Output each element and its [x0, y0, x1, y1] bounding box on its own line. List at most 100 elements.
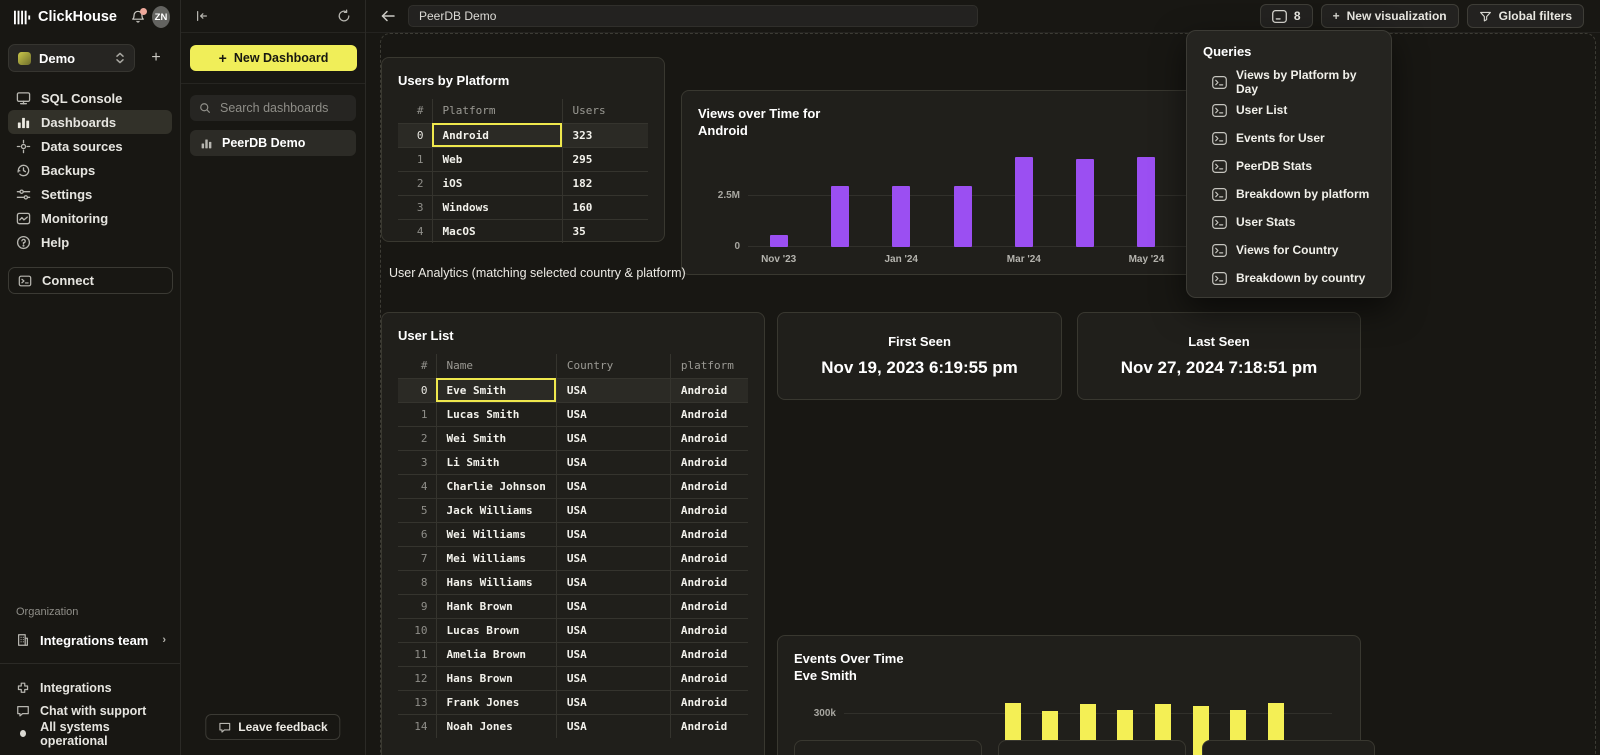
notifications-bell-icon[interactable]	[131, 10, 145, 24]
table-cell[interactable]: Android	[670, 522, 748, 546]
table-cell[interactable]: USA	[556, 666, 670, 690]
table-cell[interactable]: USA	[556, 714, 670, 738]
table-cell[interactable]: Noah Jones	[436, 714, 556, 738]
table-cell[interactable]: Hans Williams	[436, 570, 556, 594]
table-cell[interactable]: Li Smith	[436, 450, 556, 474]
table-cell[interactable]: USA	[556, 402, 670, 426]
query-menu-item[interactable]: User Stats	[1201, 208, 1377, 236]
table-cell[interactable]: iOS	[432, 171, 562, 195]
user-avatar[interactable]: ZN	[152, 6, 170, 28]
table-cell[interactable]: Android	[670, 714, 748, 738]
table-row[interactable]: 10Lucas BrownUSAAndroid	[398, 618, 748, 642]
query-menu-item[interactable]: Views by Platform by Day	[1201, 68, 1377, 96]
table-cell[interactable]: Android	[670, 666, 748, 690]
table-cell[interactable]: Windows	[432, 195, 562, 219]
clickhouse-logo-icon[interactable]	[14, 10, 31, 25]
table-cell[interactable]: USA	[556, 378, 670, 402]
table-cell[interactable]: Android	[670, 378, 748, 402]
table-cell[interactable]: Jack Williams	[436, 498, 556, 522]
table-cell[interactable]: Android	[432, 123, 562, 147]
table-cell[interactable]: USA	[556, 690, 670, 714]
table-cell[interactable]: Android	[670, 402, 748, 426]
table-cell[interactable]: Android	[670, 618, 748, 642]
table-cell[interactable]: Eve Smith	[436, 378, 556, 402]
sidebar-item-data-sources[interactable]: Data sources	[8, 134, 172, 158]
organization-team-selector[interactable]: Integrations team ›	[0, 627, 180, 653]
table-cell[interactable]: Android	[670, 690, 748, 714]
table-row[interactable]: 5Jack WilliamsUSAAndroid	[398, 498, 748, 522]
system-status[interactable]: All systems operational	[0, 722, 180, 745]
table-row[interactable]: 9Hank BrownUSAAndroid	[398, 594, 748, 618]
sidebar-item-sql-console[interactable]: SQL Console	[8, 86, 172, 110]
sidebar-item-help[interactable]: Help	[8, 230, 172, 254]
connect-button[interactable]: Connect	[8, 267, 173, 294]
table-row[interactable]: 8Hans WilliamsUSAAndroid	[398, 570, 748, 594]
table-row[interactable]: 13Frank JonesUSAAndroid	[398, 690, 748, 714]
table-cell[interactable]: Charlie Johnson	[436, 474, 556, 498]
table-row[interactable]: 4Charlie JohnsonUSAAndroid	[398, 474, 748, 498]
table-row[interactable]: 2Wei SmithUSAAndroid	[398, 426, 748, 450]
dashboard-title-input[interactable]	[408, 5, 978, 27]
table-row[interactable]: 6Wei WilliamsUSAAndroid	[398, 522, 748, 546]
table-cell[interactable]: USA	[556, 474, 670, 498]
table-cell[interactable]: Mei Williams	[436, 546, 556, 570]
table-row[interactable]: 3Li SmithUSAAndroid	[398, 450, 748, 474]
dashboard-list-item[interactable]: PeerDB Demo	[190, 130, 356, 156]
queries-toggle-button[interactable]: 8	[1260, 4, 1313, 28]
table-cell[interactable]: USA	[556, 498, 670, 522]
query-menu-item[interactable]: Breakdown by platform	[1201, 180, 1377, 208]
global-filters-button[interactable]: Global filters	[1467, 4, 1584, 28]
add-service-button[interactable]: +	[144, 46, 168, 70]
table-cell[interactable]: Android	[670, 426, 748, 450]
table-row[interactable]: 1Lucas SmithUSAAndroid	[398, 402, 748, 426]
table-cell[interactable]: 295	[562, 147, 648, 171]
query-menu-item[interactable]: PeerDB Stats	[1201, 152, 1377, 180]
table-cell[interactable]: USA	[556, 618, 670, 642]
table-cell[interactable]: Android	[670, 498, 748, 522]
table-row[interactable]: 0Android323	[398, 123, 648, 147]
search-dashboards-input[interactable]	[218, 100, 347, 116]
table-row[interactable]: 12Hans BrownUSAAndroid	[398, 666, 748, 690]
table-cell[interactable]: Amelia Brown	[436, 642, 556, 666]
sidebar-item-dashboards[interactable]: Dashboards	[8, 110, 172, 134]
table-cell[interactable]: Wei Smith	[436, 426, 556, 450]
query-menu-item[interactable]: Views for Country	[1201, 236, 1377, 264]
query-menu-item[interactable]: User List	[1201, 96, 1377, 124]
table-cell[interactable]: USA	[556, 450, 670, 474]
table-cell[interactable]: Frank Jones	[436, 690, 556, 714]
table-cell[interactable]: USA	[556, 546, 670, 570]
table-cell[interactable]: Hans Brown	[436, 666, 556, 690]
new-dashboard-button[interactable]: + New Dashboard	[190, 45, 357, 71]
table-cell[interactable]: USA	[556, 570, 670, 594]
table-cell[interactable]: Hank Brown	[436, 594, 556, 618]
query-menu-item[interactable]: Breakdown by country	[1201, 264, 1377, 292]
leave-feedback-button[interactable]: Leave feedback	[205, 714, 340, 740]
table-row[interactable]: 0Eve SmithUSAAndroid	[398, 378, 748, 402]
table-cell[interactable]: 323	[562, 123, 648, 147]
table-cell[interactable]: Lucas Smith	[436, 402, 556, 426]
sidebar-item-monitoring[interactable]: Monitoring	[8, 206, 172, 230]
collapse-panel-icon[interactable]	[195, 9, 209, 23]
table-cell[interactable]: 160	[562, 195, 648, 219]
table-cell[interactable]: USA	[556, 594, 670, 618]
table-cell[interactable]: MacOS	[432, 219, 562, 243]
workspace-selector[interactable]: Demo	[8, 44, 135, 72]
sidebar-item-settings[interactable]: Settings	[8, 182, 172, 206]
table-cell[interactable]: USA	[556, 522, 670, 546]
table-cell[interactable]: Android	[670, 642, 748, 666]
query-menu-item[interactable]: Events for User	[1201, 124, 1377, 152]
table-cell[interactable]: Android	[670, 594, 748, 618]
table-cell[interactable]: Android	[670, 570, 748, 594]
table-cell[interactable]: Lucas Brown	[436, 618, 556, 642]
table-row[interactable]: 7Mei WilliamsUSAAndroid	[398, 546, 748, 570]
table-row[interactable]: 11Amelia BrownUSAAndroid	[398, 642, 748, 666]
sidebar-item-integrations[interactable]: Integrations	[0, 676, 180, 699]
table-cell[interactable]: 35	[562, 219, 648, 243]
sidebar-item-backups[interactable]: Backups	[8, 158, 172, 182]
table-row[interactable]: 4MacOS35	[398, 219, 648, 243]
back-button[interactable]	[380, 9, 396, 23]
table-cell[interactable]: Wei Williams	[436, 522, 556, 546]
table-cell[interactable]: USA	[556, 426, 670, 450]
new-visualization-button[interactable]: + New visualization	[1321, 4, 1459, 28]
table-cell[interactable]: USA	[556, 642, 670, 666]
